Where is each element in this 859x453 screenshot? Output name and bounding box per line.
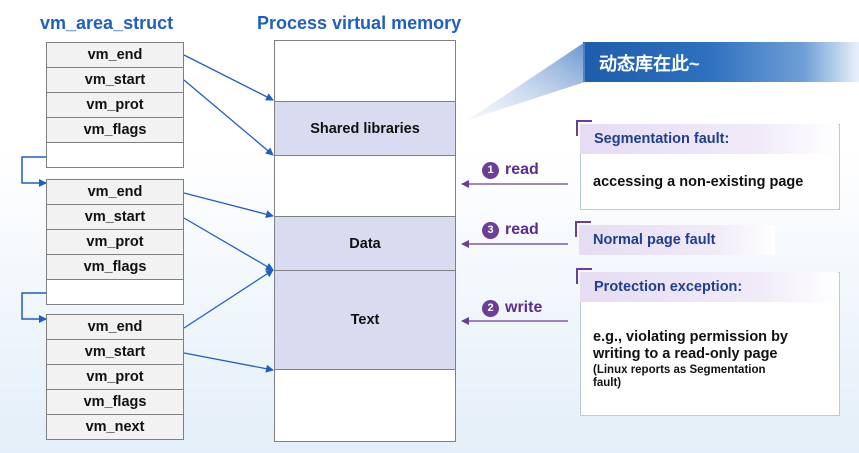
vm-end-arrow-1 [183,54,274,101]
banner-pointer-beam [468,42,585,120]
vm-next-link-2 [21,292,47,323]
vm-next-link-1 [21,156,47,187]
vm-end-arrow-3 [183,269,274,329]
vm-start-arrow-2 [183,217,274,271]
vm-start-arrow-3 [183,352,274,373]
vm-start-arrow-1 [183,79,274,156]
connector-overlay [21,42,585,373]
vm-end-arrow-2 [183,192,274,219]
